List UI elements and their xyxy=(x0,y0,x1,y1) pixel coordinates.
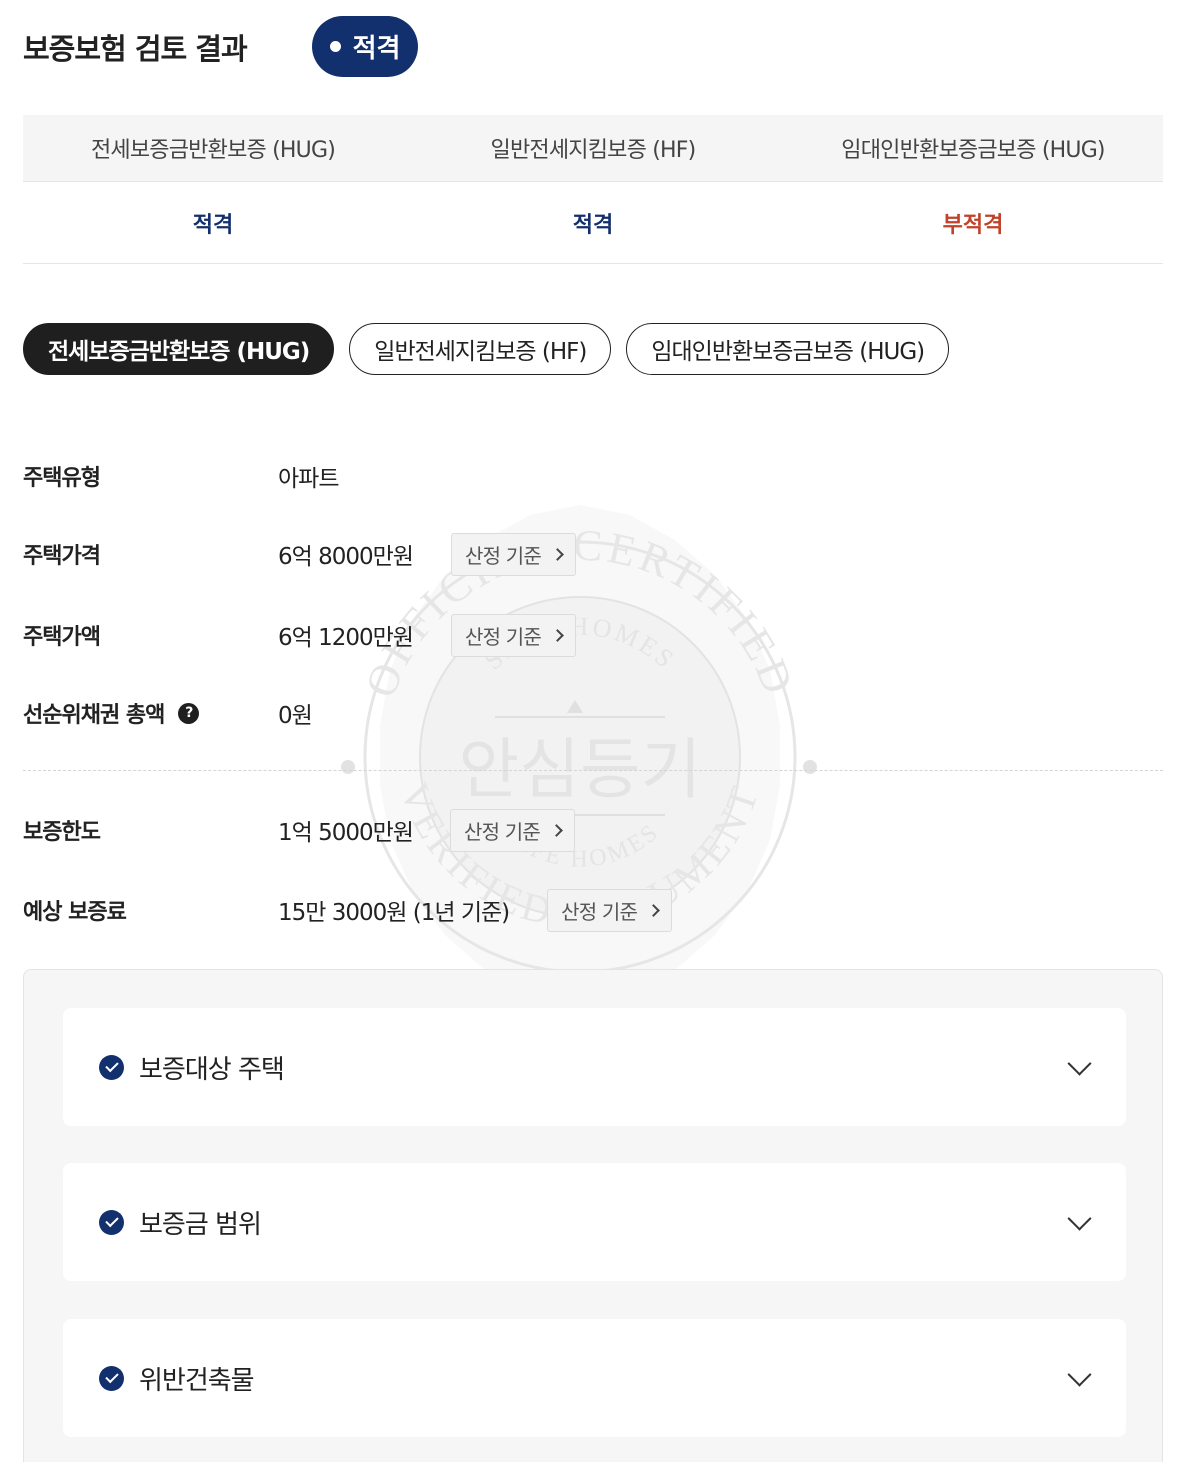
house-price-value: 6억 8000만원 xyxy=(278,544,414,570)
info-label: 선순위채권 총액 ? xyxy=(23,697,278,729)
section-divider xyxy=(23,770,1163,771)
info-value: 아파트 xyxy=(278,459,339,493)
accordion-label: 보증대상 주택 xyxy=(139,1054,285,1085)
summary-col-hug-landlord: 임대인반환보증금보증 (HUG) xyxy=(841,138,1105,163)
info-row-house-amount: 주택가액 6억 1200만원 산정 기준 xyxy=(23,613,576,657)
senior-claims-value: 0원 xyxy=(278,703,313,729)
chevron-down-icon xyxy=(1067,1206,1092,1231)
house-amount-value: 6억 1200만원 xyxy=(278,625,414,651)
info-value: 6억 1200만원 산정 기준 xyxy=(278,613,576,657)
accordion-label: 보증금 범위 xyxy=(139,1209,262,1240)
criteria-button[interactable]: 산정 기준 xyxy=(449,808,575,852)
criteria-button[interactable]: 산정 기준 xyxy=(450,532,576,576)
info-row-expected-fee: 예상 보증료 15만 3000원 (1년 기준) 산정 기준 xyxy=(23,888,673,932)
criteria-button[interactable]: 산정 기준 xyxy=(547,888,673,932)
info-row-senior-claims: 선순위채권 총액 ? 0원 xyxy=(23,691,313,735)
guarantee-limit-value: 1억 5000만원 xyxy=(278,820,414,846)
info-label: 주택가격 xyxy=(23,544,101,569)
senior-claims-label: 선순위채권 총액 xyxy=(23,703,165,728)
tab-hug-deposit[interactable]: 전세보증금반환보증 (HUG) xyxy=(23,323,335,375)
summary-result-row: 적격 적격 부적격 xyxy=(23,182,1163,264)
chevron-right-icon xyxy=(550,823,563,837)
info-value: 0원 xyxy=(278,696,313,730)
summary-result-hf: 적격 xyxy=(572,212,614,238)
accordion-deposit-range[interactable]: 보증금 범위 xyxy=(63,1163,1126,1281)
accordion-illegal-building[interactable]: 위반건축물 xyxy=(63,1319,1126,1437)
expected-fee-value: 15만 3000원 (1년 기준) xyxy=(278,900,510,926)
summary-table: 전세보증금반환보증 (HUG) 일반전세지킴보증 (HF) 임대인반환보증금보증… xyxy=(23,115,1163,264)
criteria-button-label: 산정 기준 xyxy=(463,819,541,844)
summary-result-hug-deposit: 적격 xyxy=(192,212,234,238)
criteria-button-label: 산정 기준 xyxy=(464,624,542,649)
info-value: 1억 5000만원 산정 기준 xyxy=(278,808,575,852)
criteria-button-label: 산정 기준 xyxy=(561,899,638,924)
info-row-house-type: 주택유형 아파트 xyxy=(23,454,339,498)
overall-status-badge: 적격 xyxy=(312,16,418,77)
help-icon[interactable]: ? xyxy=(178,702,200,724)
criteria-button[interactable]: 산정 기준 xyxy=(450,613,576,657)
accordion-label: 위반건축물 xyxy=(139,1365,255,1396)
overall-status-label: 적격 xyxy=(352,34,401,64)
accordion-covered-house[interactable]: 보증대상 주택 xyxy=(63,1008,1126,1126)
tab-hf[interactable]: 일반전세지킴보증 (HF) xyxy=(349,323,612,375)
summary-result-hug-landlord: 부적격 xyxy=(942,212,1004,238)
summary-header-row: 전세보증금반환보증 (HUG) 일반전세지킴보증 (HF) 임대인반환보증금보증… xyxy=(23,115,1163,182)
criteria-button-label: 산정 기준 xyxy=(464,543,542,568)
info-label: 예상 보증료 xyxy=(23,900,127,925)
chevron-down-icon xyxy=(1067,1051,1092,1076)
chevron-down-icon xyxy=(1067,1362,1092,1387)
summary-col-hug-deposit: 전세보증금반환보증 (HUG) xyxy=(90,138,336,163)
chevron-right-icon xyxy=(647,903,660,917)
requirements-panel: 보증대상 주택 보증금 범위 위반건축물 xyxy=(23,969,1163,1462)
house-type-value: 아파트 xyxy=(278,466,339,492)
info-label: 주택가액 xyxy=(23,625,101,650)
info-row-house-price: 주택가격 6억 8000만원 산정 기준 xyxy=(23,532,576,576)
chevron-right-icon xyxy=(551,547,564,561)
check-circle-icon xyxy=(99,1365,124,1391)
dot-icon xyxy=(329,41,341,52)
tab-hug-landlord[interactable]: 임대인반환보증금보증 (HUG) xyxy=(626,323,950,375)
summary-col-hf: 일반전세지킴보증 (HF) xyxy=(490,138,697,163)
insurance-tabs: 전세보증금반환보증 (HUG) 일반전세지킴보증 (HF) 임대인반환보증금보증… xyxy=(23,323,950,375)
page-title: 보증보험 검토 결과 xyxy=(23,32,248,66)
check-circle-icon xyxy=(99,1209,124,1235)
result-header: 보증보험 검토 결과 xyxy=(23,16,248,78)
check-circle-icon xyxy=(99,1054,124,1080)
info-label: 보증한도 xyxy=(23,820,101,845)
info-label: 주택유형 xyxy=(23,466,101,491)
info-value: 6억 8000만원 산정 기준 xyxy=(278,532,576,576)
info-row-guarantee-limit: 보증한도 1억 5000만원 산정 기준 xyxy=(23,808,575,852)
info-value: 15만 3000원 (1년 기준) 산정 기준 xyxy=(278,888,673,932)
chevron-right-icon xyxy=(551,628,564,642)
